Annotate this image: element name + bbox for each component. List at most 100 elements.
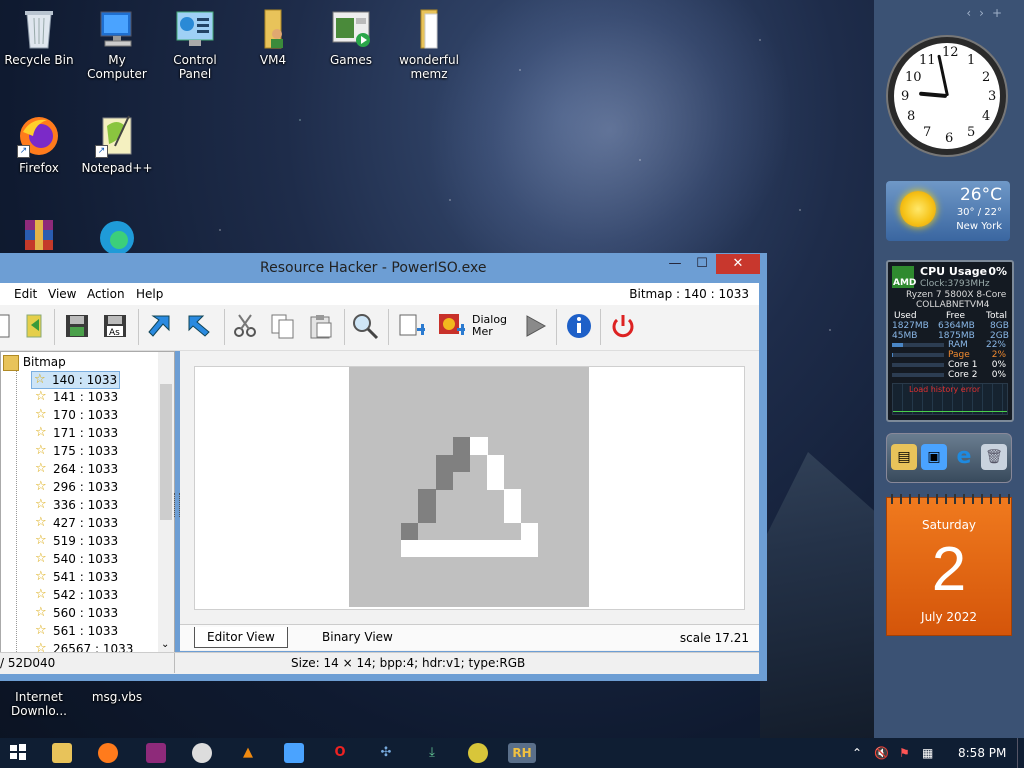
- back-arrow-icon[interactable]: [144, 311, 174, 341]
- svg-text:As: As: [109, 328, 120, 338]
- tab-binary-view[interactable]: Binary View: [310, 627, 405, 647]
- network-tray-icon[interactable]: ▦: [922, 746, 933, 760]
- clock-gadget[interactable]: 12 1 2 3 4 5 6 7 8 9 10 11: [888, 37, 1006, 155]
- desktop-icon-my-computer[interactable]: My Computer: [78, 6, 156, 81]
- action-center-alert-icon[interactable]: ⚑: [899, 746, 910, 760]
- tree-item[interactable]: ☆ 170 : 1033: [33, 407, 118, 423]
- desktop-icon-control-panel[interactable]: Control Panel: [156, 6, 234, 81]
- tab-editor-view[interactable]: Editor View: [194, 627, 288, 648]
- weather-city: New York: [956, 221, 1002, 232]
- desktop-icon-label: Firefox: [19, 161, 59, 175]
- minimize-button[interactable]: —: [662, 254, 688, 274]
- computer-icon[interactable]: ▣: [921, 444, 947, 470]
- internet-explorer-icon[interactable]: e: [951, 444, 977, 470]
- tree-item[interactable]: ☆ 175 : 1033: [33, 443, 118, 459]
- cd-player-icon[interactable]: [192, 743, 212, 763]
- shortcut-arrow-icon: ↗: [95, 145, 108, 158]
- find-icon[interactable]: [350, 311, 380, 341]
- network-icon[interactable]: ✣: [376, 743, 396, 763]
- cpu-meter-gadget[interactable]: AMD CPU Usage 0% Clock:3793MHz Ryzen 7 5…: [886, 260, 1014, 422]
- resource-tree[interactable]: Bitmap ☆ 140 : 1033 ☆ 141 : 1033 ☆ 170 : 1033…: [0, 351, 175, 653]
- opera-icon[interactable]: O: [330, 743, 350, 763]
- show-hidden-icons-icon[interactable]: ⌃: [852, 746, 862, 760]
- installer-icon[interactable]: ⤓: [422, 743, 442, 763]
- page-meter-bar: [892, 353, 944, 357]
- tree-item[interactable]: ☆ 541 : 1033: [33, 569, 118, 585]
- forward-arrow-icon[interactable]: [184, 311, 214, 341]
- vlc-icon[interactable]: ▲: [238, 743, 258, 763]
- info-icon[interactable]: [564, 311, 594, 341]
- volume-muted-icon[interactable]: 🔇: [874, 746, 889, 760]
- save-icon[interactable]: [62, 311, 92, 341]
- clock-number: 10: [905, 70, 922, 85]
- tree-item[interactable]: ☆ 171 : 1033: [33, 425, 118, 441]
- tree-node-bitmap[interactable]: Bitmap: [3, 354, 66, 371]
- cut-icon[interactable]: [230, 311, 260, 341]
- meter-label: Page: [948, 350, 970, 360]
- desktop-icon-internet-download[interactable]: Internet Downlo...: [0, 690, 78, 718]
- desktop-icon-firefox[interactable]: ↗ Firefox: [0, 114, 78, 175]
- tree-item-selected[interactable]: ☆ 140 : 1033: [31, 371, 121, 389]
- scrollbar-thumb[interactable]: [160, 384, 172, 520]
- tree-item-label: 542 : 1033: [53, 588, 119, 602]
- desktop-icon-games[interactable]: Games: [312, 6, 390, 67]
- view-tabs: Editor View Binary View scale 17.21: [180, 624, 759, 650]
- paste-icon[interactable]: [306, 311, 336, 341]
- folder-icon[interactable]: ▤: [891, 444, 917, 470]
- add-image-icon[interactable]: [436, 311, 466, 341]
- window-titlebar[interactable]: Resource Hacker - PowerISO.exe — ☐ ✕: [0, 253, 767, 283]
- show-desktop-button[interactable]: [1017, 738, 1024, 768]
- open-icon[interactable]: [20, 311, 50, 341]
- tree-item[interactable]: ☆ 296 : 1033: [33, 479, 118, 495]
- calendar-gadget[interactable]: Saturday 2 July 2022: [886, 494, 1012, 636]
- firefox-icon[interactable]: [98, 743, 118, 763]
- save-as-icon[interactable]: As: [100, 311, 130, 341]
- tree-item[interactable]: ☆ 561 : 1033: [33, 623, 118, 639]
- copy-icon[interactable]: [268, 311, 298, 341]
- tree-item-label: 427 : 1033: [53, 516, 119, 530]
- tree-item[interactable]: ☆ 141 : 1033: [33, 389, 118, 405]
- weather-temp: 26°C: [959, 185, 1002, 205]
- desktop-icon-msg-vbs[interactable]: msg.vbs: [78, 690, 156, 704]
- clock-time[interactable]: 8:58 PM: [958, 746, 1006, 760]
- close-button[interactable]: ✕: [716, 254, 760, 274]
- desktop-icon-notepad-plus-plus[interactable]: ↗ Notepad++: [78, 114, 156, 175]
- tree-item[interactable]: ☆ 336 : 1033: [33, 497, 118, 513]
- menu-help[interactable]: Help: [136, 287, 163, 301]
- scroll-down-arrow-icon[interactable]: ⌄: [161, 639, 169, 650]
- tree-item[interactable]: ☆ 427 : 1033: [33, 515, 118, 531]
- new-icon[interactable]: [0, 311, 16, 341]
- control-panel-icon[interactable]: [284, 743, 304, 763]
- desktop-icon-recycle-bin[interactable]: Recycle Bin: [0, 6, 78, 67]
- desktop-icon-label: Recycle Bin: [4, 53, 74, 67]
- winrar-icon[interactable]: [146, 743, 166, 763]
- run-script-icon[interactable]: [520, 311, 550, 341]
- desktop-icon-label: Games: [330, 53, 372, 67]
- sidebar-controls[interactable]: ‹›+: [966, 6, 1010, 20]
- desktop-icon-vm4[interactable]: VM4: [234, 6, 312, 67]
- recycle-bin-icon[interactable]: 🗑: [981, 444, 1007, 470]
- power-exit-icon[interactable]: [608, 311, 638, 341]
- tree-scrollbar[interactable]: ⌄: [158, 352, 174, 652]
- tree-item[interactable]: ☆ 560 : 1033: [33, 605, 118, 621]
- menu-action[interactable]: Action: [87, 287, 125, 301]
- menu-view[interactable]: View: [48, 287, 76, 301]
- tree-item[interactable]: ☆ 519 : 1033: [33, 533, 118, 549]
- tree-item[interactable]: ☆ 540 : 1033: [33, 551, 118, 567]
- file-explorer-icon[interactable]: [52, 743, 72, 763]
- meter-value: 22%: [985, 340, 1006, 350]
- mem-header: Total: [986, 311, 1008, 321]
- menu-edit[interactable]: Edit: [14, 287, 37, 301]
- add-resource-icon[interactable]: [396, 311, 426, 341]
- meter-value: 0%: [991, 360, 1006, 370]
- start-button[interactable]: [8, 743, 28, 763]
- maximize-button[interactable]: ☐: [689, 254, 715, 274]
- weather-gadget[interactable]: 26°C 30° / 22° New York: [886, 181, 1010, 241]
- tree-item-label: 140 : 1033: [52, 373, 118, 387]
- tree-item[interactable]: ☆ 264 : 1033: [33, 461, 118, 477]
- games-icon[interactable]: [468, 743, 488, 763]
- desktop-icon-wonderful-memz[interactable]: wonderful memz: [390, 6, 468, 81]
- tree-item[interactable]: ☆ 542 : 1033: [33, 587, 118, 603]
- resource-hacker-taskbar-button[interactable]: RH: [508, 743, 536, 763]
- dialog-merge-button[interactable]: Dialog Mer: [472, 311, 508, 341]
